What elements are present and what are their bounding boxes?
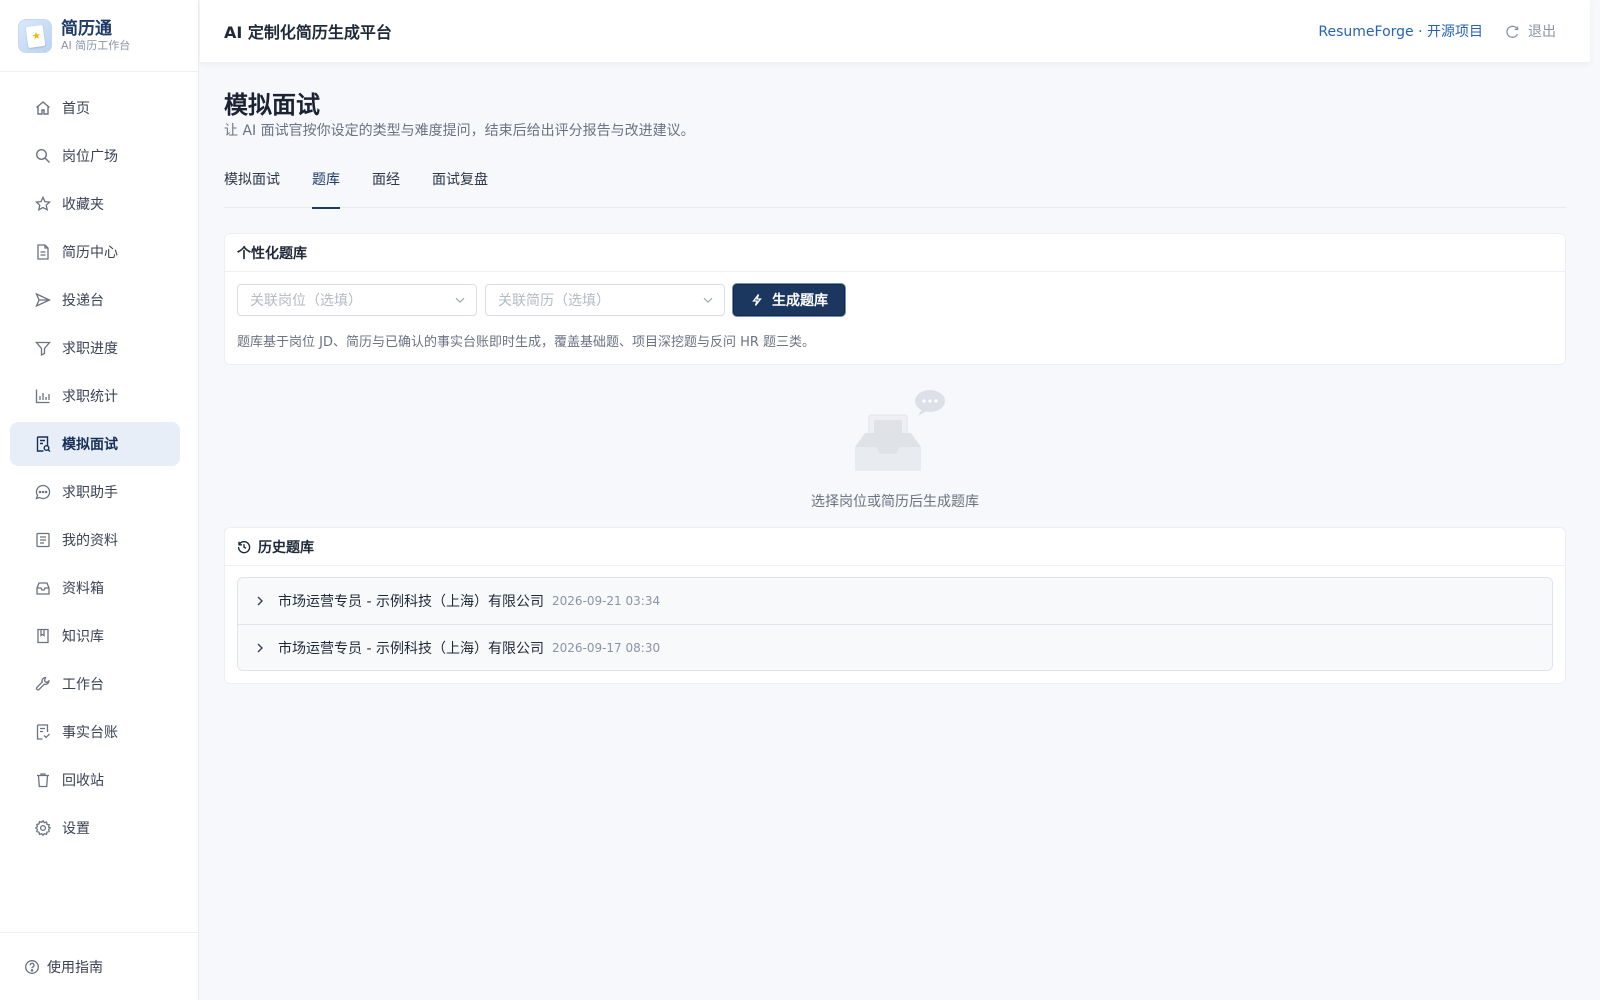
- page-title: 模拟面试: [224, 91, 320, 119]
- sidebar-item-workbench[interactable]: 工作台: [10, 662, 180, 706]
- sidebar-item-job-assistant[interactable]: 求职助手: [10, 470, 180, 514]
- user-guide-link[interactable]: 使用指南: [0, 932, 199, 1000]
- generate-button-label: 生成题库: [772, 292, 828, 308]
- sidebar-item-label: 模拟面试: [62, 437, 118, 453]
- book-icon: [34, 627, 52, 645]
- sidebar-item-label: 求职进度: [62, 341, 118, 357]
- sidebar-item-label: 设置: [62, 821, 90, 837]
- inbox-icon: [34, 579, 52, 597]
- sidebar-item-my-profile[interactable]: 我的资料: [10, 518, 180, 562]
- job-select[interactable]: 关联岗位（选填）: [237, 284, 477, 316]
- sidebar-item-label: 知识库: [62, 629, 104, 645]
- question-bank-card: 个性化题库 关联岗位（选填） 关联简历（选填） 生成题库 题库基于岗位 JD、简…: [224, 233, 1566, 365]
- tab-interview-experience[interactable]: 面经: [372, 167, 400, 207]
- funnel-icon: [34, 339, 52, 357]
- sidebar-item-label: 事实台账: [62, 725, 118, 741]
- sidebar-nav: 首页 岗位广场 收藏夹 简历中心 投递台 求职进度 求职统计 模拟面试 求职助手…: [0, 72, 198, 850]
- tab-mock-interview[interactable]: 模拟面试: [224, 167, 280, 207]
- empty-inbox-icon: [840, 385, 950, 485]
- sidebar-item-label: 简历中心: [62, 245, 118, 261]
- brand-logo-icon: ★: [18, 18, 52, 53]
- history-item-date: 2026-09-17 08:30: [551, 640, 661, 655]
- home-icon: [34, 99, 52, 117]
- sidebar-item-fact-ledger[interactable]: 事实台账: [10, 710, 180, 754]
- star-icon: [34, 195, 52, 213]
- search-icon: [34, 147, 52, 165]
- document-icon: [34, 243, 52, 261]
- sidebar-item-label: 投递台: [62, 293, 104, 309]
- empty-state: 选择岗位或简历后生成题库: [224, 365, 1566, 527]
- sidebar-item-label: 求职助手: [62, 485, 118, 501]
- sidebar-item-label: 收藏夹: [62, 197, 104, 213]
- chevron-right-icon: [254, 642, 266, 654]
- history-item-title: 市场运营专员 - 示例科技（上海）有限公司: [278, 640, 544, 657]
- history-card: 历史题库 市场运营专员 - 示例科技（上海）有限公司 2026-09-21 03…: [224, 527, 1566, 684]
- trash-icon: [34, 771, 52, 789]
- sidebar-item-settings[interactable]: 设置: [10, 806, 180, 850]
- open-source-link[interactable]: ResumeForge · 开源项目: [1318, 21, 1483, 41]
- history-item[interactable]: 市场运营专员 - 示例科技（上海）有限公司 2026-09-21 03:34: [238, 578, 1552, 624]
- help-circle-icon: [24, 959, 40, 975]
- history-header: 历史题库: [225, 528, 1565, 566]
- logout-icon: [1505, 24, 1520, 39]
- history-list: 市场运营专员 - 示例科技（上海）有限公司 2026-09-21 03:34 市…: [237, 577, 1553, 671]
- platform-title: AI 定制化简历生成平台: [224, 23, 392, 42]
- sidebar-item-label: 资料箱: [62, 581, 104, 597]
- question-bank-hint: 题库基于岗位 JD、简历与已确认的事实台账即时生成，覆盖基础题、项目深挖题与反问…: [237, 335, 816, 350]
- main-content: 模拟面试 让 AI 面试官按你设定的类型与难度提问，结束后给出评分报告与改进建议…: [224, 63, 1566, 684]
- sidebar-item-label: 回收站: [62, 773, 104, 789]
- tab-interview-review[interactable]: 面试复盘: [432, 167, 488, 207]
- sidebar-item-label: 我的资料: [62, 533, 118, 549]
- send-icon: [34, 291, 52, 309]
- sidebar-item-delivery[interactable]: 投递台: [10, 278, 180, 322]
- ledger-icon: [34, 723, 52, 741]
- list-icon: [34, 531, 52, 549]
- logout-label: 退出: [1528, 24, 1556, 40]
- interview-icon: [34, 435, 52, 453]
- page-description: 让 AI 面试官按你设定的类型与难度提问，结束后给出评分报告与改进建议。: [224, 123, 695, 139]
- wrench-icon: [34, 675, 52, 693]
- history-item-date: 2026-09-21 03:34: [551, 594, 661, 608]
- chevron-down-icon: [454, 294, 466, 306]
- brand[interactable]: ★ 简历通 AI 简历工作台: [0, 0, 198, 72]
- sidebar-item-label: 首页: [62, 101, 90, 117]
- logout-button[interactable]: 退出: [1505, 21, 1556, 41]
- history-title: 历史题库: [258, 539, 314, 556]
- gear-icon: [34, 819, 52, 837]
- sidebar-item-resume-center[interactable]: 简历中心: [10, 230, 180, 274]
- chevron-down-icon: [702, 294, 714, 306]
- sidebar-item-favorites[interactable]: 收藏夹: [10, 182, 180, 226]
- top-header: AI 定制化简历生成平台 ResumeForge · 开源项目 退出: [200, 0, 1590, 63]
- question-bank-title: 个性化题库: [225, 234, 1565, 272]
- sidebar-item-label: 求职统计: [62, 389, 118, 405]
- tab-bar: 模拟面试 题库 面经 面试复盘: [224, 167, 1566, 209]
- tab-question-bank[interactable]: 题库: [312, 167, 340, 209]
- job-select-placeholder: 关联岗位（选填）: [250, 293, 362, 309]
- bar-chart-icon: [34, 387, 52, 405]
- chevron-right-icon: [254, 595, 266, 607]
- brand-subtitle: AI 简历工作台: [61, 38, 131, 52]
- user-guide-label: 使用指南: [47, 959, 103, 976]
- sidebar-item-materials-box[interactable]: 资料箱: [10, 566, 180, 610]
- sidebar-item-statistics[interactable]: 求职统计: [10, 374, 180, 418]
- sidebar-item-recycle-bin[interactable]: 回收站: [10, 758, 180, 802]
- sidebar-item-label: 岗位广场: [62, 149, 118, 165]
- sidebar-item-knowledge-base[interactable]: 知识库: [10, 614, 180, 658]
- brand-name: 简历通: [61, 18, 112, 39]
- empty-state-text: 选择岗位或简历后生成题库: [811, 494, 979, 510]
- lightning-icon: [750, 293, 764, 307]
- sidebar-item-job-square[interactable]: 岗位广场: [10, 134, 180, 178]
- sidebar-item-label: 工作台: [62, 677, 104, 693]
- sidebar-item-mock-interview[interactable]: 模拟面试: [10, 422, 180, 466]
- sidebar-item-home[interactable]: 首页: [10, 86, 180, 130]
- history-item-title: 市场运营专员 - 示例科技（上海）有限公司: [278, 594, 544, 610]
- resume-select-placeholder: 关联简历（选填）: [498, 293, 610, 309]
- history-item[interactable]: 市场运营专员 - 示例科技（上海）有限公司 2026-09-17 08:30: [238, 624, 1552, 670]
- generate-question-bank-button[interactable]: 生成题库: [733, 284, 845, 316]
- sidebar: ★ 简历通 AI 简历工作台 首页 岗位广场 收藏夹 简历中心 投递台 求职进度…: [0, 0, 199, 1000]
- resume-select[interactable]: 关联简历（选填）: [485, 284, 725, 316]
- history-clock-icon: [237, 540, 251, 554]
- chat-icon: [34, 483, 52, 501]
- sidebar-item-progress[interactable]: 求职进度: [10, 326, 180, 370]
